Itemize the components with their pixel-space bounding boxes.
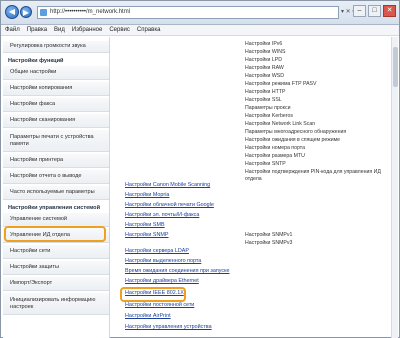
address-input[interactable]: http://••••••••••/m_network.html: [37, 6, 339, 19]
link-smb[interactable]: Настройки SMB: [125, 222, 165, 228]
sidebar: Регулировка громкости звука Настройки фу…: [3, 37, 110, 338]
network-highlight: [4, 226, 106, 242]
sidebar-item-printer[interactable]: Настройки принтера: [3, 154, 109, 168]
setting-sntp[interactable]: Настройки SNTP: [245, 161, 286, 167]
link-airprint[interactable]: Настройки AirPrint: [125, 313, 171, 319]
menu-favorites[interactable]: Избранное: [72, 25, 102, 35]
ieee-highlight: [120, 287, 186, 302]
setting-snmpv3[interactable]: Настройки SNMPv3: [245, 240, 292, 246]
link-google-cloud-print[interactable]: Настройки облачной печати Google: [125, 202, 214, 208]
sidebar-item-copy[interactable]: Настройки копирования: [3, 82, 109, 96]
sidebar-item-import-export[interactable]: Импорт/Экспорт: [3, 277, 109, 291]
menu-view[interactable]: Вид: [54, 25, 65, 35]
sidebar-heading-management: Настройки управления системой: [8, 205, 101, 211]
setting-snmpv1[interactable]: Настройки SNMPv1: [245, 232, 292, 238]
sidebar-item-scan[interactable]: Настройки сканирования: [3, 114, 109, 128]
close-icon[interactable]: ✕: [383, 5, 396, 17]
setting-multicast[interactable]: Параметры многоадресного обнаружения: [245, 129, 346, 135]
sidebar-item-volume[interactable]: Регулировка громкости звука: [3, 41, 109, 53]
setting-http[interactable]: Настройки HTTP: [245, 89, 285, 95]
sidebar-item-network[interactable]: Настройки сети: [3, 245, 109, 259]
sidebar-item-output-report[interactable]: Настройки отчета о выводе: [3, 170, 109, 184]
menu-tools[interactable]: Сервис: [109, 25, 130, 35]
sidebar-heading-functions: Настройки функций: [8, 58, 64, 64]
menu-help[interactable]: Справка: [137, 25, 161, 35]
link-startup-wait[interactable]: Время ожидания соединения при запуске: [125, 268, 230, 274]
setting-mtu[interactable]: Настройки размера MTU: [245, 153, 305, 159]
sidebar-item-memory-print[interactable]: Параметры печати с устройства памяти: [3, 130, 109, 152]
link-canon-mobile-scanning[interactable]: Настройки Canon Mobile Scanning: [125, 182, 210, 188]
page-icon: [40, 9, 47, 16]
scrollbar-thumb[interactable]: [393, 47, 398, 87]
setting-kerberos[interactable]: Настройки Kerberos: [245, 113, 293, 119]
link-ldap[interactable]: Настройки сервера LDAP: [125, 248, 189, 254]
link-ethernet-driver[interactable]: Настройки драйвера Ethernet: [125, 278, 199, 284]
sidebar-item-system[interactable]: Управление системой: [3, 213, 109, 227]
setting-port-number[interactable]: Настройки номера порта: [245, 145, 305, 151]
forward-icon[interactable]: ▶: [20, 6, 32, 18]
setting-raw[interactable]: Настройки RAW: [245, 65, 284, 71]
setting-wins[interactable]: Настройки WINS: [245, 49, 285, 55]
maximize-icon[interactable]: □: [368, 5, 381, 17]
link-email-ifax[interactable]: Настройки эл. почты/И-факса: [125, 212, 199, 218]
minimize-icon[interactable]: –: [353, 5, 366, 17]
link-mopria[interactable]: Настройки Mopria: [125, 192, 169, 198]
back-icon[interactable]: ◀: [5, 5, 19, 19]
sidebar-item-fax[interactable]: Настройки факса: [3, 98, 109, 112]
menu-file[interactable]: Файл: [5, 25, 20, 35]
sidebar-item-favorites[interactable]: Часто используемые параметры: [3, 186, 109, 200]
setting-ftp-pasv[interactable]: Настройки режима FTP PASV: [245, 81, 316, 87]
setting-wsd[interactable]: Настройки WSD: [245, 73, 284, 79]
address-bar-area: ◀ ▶ http://••••••••••/m_network.html ▾ ✕…: [1, 1, 399, 25]
sidebar-item-security[interactable]: Настройки защиты: [3, 261, 109, 275]
vertical-scrollbar[interactable]: [391, 37, 398, 338]
setting-lpd[interactable]: Настройки LPD: [245, 57, 282, 63]
setting-ipv6[interactable]: Настройки IPv6: [245, 41, 282, 47]
window-controls: – □ ✕: [353, 5, 396, 17]
sidebar-item-init[interactable]: Инициализировать информацию настроек: [3, 293, 109, 315]
link-dedicated-port[interactable]: Настройки выделенного порта: [125, 258, 201, 264]
setting-pin-confirm[interactable]: Настройки подтверждения PIN-кода для упр…: [245, 169, 385, 183]
setting-ssl[interactable]: Настройки SSL: [245, 97, 282, 103]
link-snmp[interactable]: Настройки SNMP: [125, 232, 169, 238]
browser-window: ◀ ▶ http://••••••••••/m_network.html ▾ ✕…: [0, 0, 400, 338]
menu-edit[interactable]: Правка: [27, 25, 47, 35]
menu-bar: Файл Правка Вид Избранное Сервис Справка: [1, 25, 399, 36]
link-device-management[interactable]: Настройки управления устройства: [125, 324, 212, 330]
link-keep-alive[interactable]: Настройки постоянной сети: [125, 302, 194, 308]
setting-sleep-wait[interactable]: Настройки ожидания в спящем режиме: [245, 137, 340, 143]
setting-network-link-scan[interactable]: Настройки Network Link Scan: [245, 121, 315, 127]
setting-proxy[interactable]: Параметры прокси: [245, 105, 291, 111]
sidebar-item-general[interactable]: Общие настройки: [3, 66, 109, 80]
address-text: http://••••••••••/m_network.html: [50, 9, 131, 15]
